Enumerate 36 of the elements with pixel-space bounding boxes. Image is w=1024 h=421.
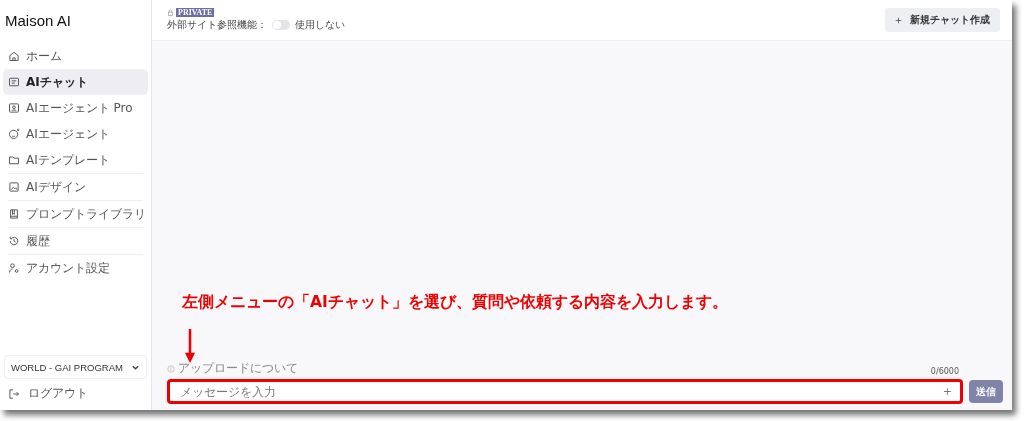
message-input[interactable]: メッセージを入力 + [167,379,963,404]
logout-icon [8,387,20,400]
sidebar-item[interactable]: AIエージェント Pro [3,95,148,121]
app-logo: Maison AI [4,11,72,31]
smiley-icon [8,128,20,140]
person-card-icon [8,102,20,114]
lock-icon [167,9,174,16]
info-icon [167,364,175,373]
history-icon [8,235,20,247]
toggle-label: 使用しない [295,18,345,32]
sidebar-item[interactable]: AIデザイン [8,174,143,201]
folder-icon [8,154,20,166]
sidebar-item[interactable]: アカウント設定 [3,255,148,281]
sidebar-item[interactable]: ホーム [3,43,148,69]
toggle-switch[interactable] [272,20,290,30]
sidebar-item[interactable]: AIテンプレート [8,147,143,174]
workspace-dropdown[interactable]: WORLD - GAI PROGRAM [4,355,147,379]
chat-icon [8,76,20,88]
book-icon [8,208,20,220]
new-chat-button[interactable]: 新規チャット作成 [885,8,1000,32]
add-button[interactable]: + [942,385,952,398]
logout-link[interactable]: ログアウト [3,379,148,410]
private-badge: PRIVATE [176,8,215,17]
plus-icon [895,16,902,24]
sidebar-item[interactable]: AIチャット [3,69,148,95]
home-icon [8,50,20,62]
send-button[interactable]: 送信 [969,380,1003,403]
sidebar-item[interactable]: プロンプトライブラリ [8,201,143,228]
annotation-text: 左側メニューの「AIチャット」を選び、質問や依頼する内容を入力します。 [182,292,729,312]
sidebar-item[interactable]: 履歴 [8,228,143,255]
setting-label: 外部サイト参照機能： [167,18,267,32]
arrow-down-icon [183,329,197,363]
character-counter: 0/6000 [930,367,959,376]
image-icon [8,181,20,193]
sidebar-item[interactable]: AIエージェント [3,121,148,147]
upload-note[interactable]: アップロードについて [178,361,298,376]
